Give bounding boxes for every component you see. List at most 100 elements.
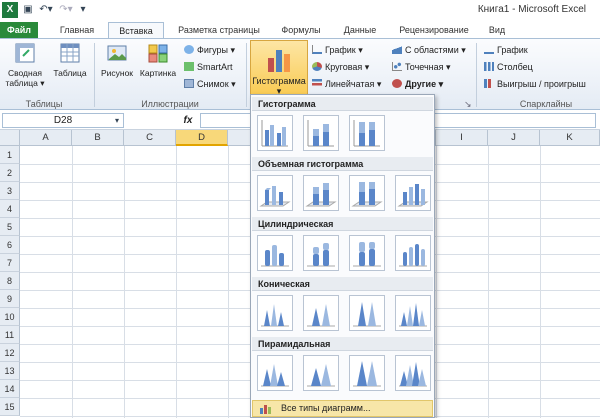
picture-icon [107, 45, 127, 61]
column-header-i[interactable]: I [436, 130, 488, 146]
customize-quick-access-icon[interactable]: ▾ [78, 3, 88, 17]
3d-clustered-column-option[interactable] [257, 175, 293, 211]
stacked-column-option[interactable] [303, 115, 339, 151]
row-header[interactable]: 11 [0, 326, 20, 344]
charts-dialog-launcher-icon[interactable]: ↘ [464, 97, 472, 111]
bar-chart-icon [312, 79, 322, 88]
scatter-chart-button[interactable]: Точечная ▾ [392, 60, 451, 74]
tab-page-layout[interactable]: Разметка страницы [168, 22, 270, 39]
tab-review[interactable]: Рецензирование [390, 22, 478, 39]
cylinder-clustered-icon [261, 245, 289, 267]
other-charts-button[interactable]: Другие ▾ [392, 77, 443, 91]
area-chart-button[interactable]: С областями ▾ [392, 43, 466, 57]
cylinder-clustered-option[interactable] [257, 235, 293, 271]
cone-3d-option[interactable] [395, 295, 431, 331]
pyramid-clustered-option[interactable] [257, 355, 293, 391]
column-header-d[interactable]: D [176, 130, 228, 146]
pyramid-stacked-option[interactable] [303, 355, 339, 391]
row-header[interactable]: 5 [0, 218, 20, 236]
bar-chart-button[interactable]: Линейчатая ▾ [312, 77, 381, 91]
pivot-table-button[interactable]: Сводная таблица ▾ [4, 42, 46, 88]
cone-percent-stacked-option[interactable] [349, 295, 385, 331]
row-header[interactable]: 7 [0, 254, 20, 272]
sparkline-line-icon [484, 45, 494, 54]
smartart-button[interactable]: SmartArt [184, 60, 233, 74]
pie-chart-button[interactable]: Круговая ▾ [312, 60, 369, 74]
row-header[interactable]: 9 [0, 290, 20, 308]
insert-function-button[interactable]: fx [180, 113, 196, 128]
column-header-b[interactable]: B [72, 130, 124, 146]
row-header[interactable]: 2 [0, 164, 20, 182]
excel-window: X ▣ ↶▾ ↷▾ ▾ Книга1 - Microsoft Excel Фай… [0, 0, 600, 418]
name-box[interactable]: D28 [2, 113, 124, 128]
row-header[interactable]: 3 [0, 182, 20, 200]
chart-types-icon [260, 405, 271, 414]
sparkline-column-button[interactable]: Столбец [484, 60, 533, 74]
redo-icon[interactable]: ↷▾ [58, 3, 74, 17]
gridline [228, 146, 229, 418]
pie-chart-label: Круговая ▾ [325, 62, 370, 72]
table-label: Таблица [53, 68, 87, 78]
tables-group-label: Таблицы [25, 99, 63, 109]
row-header[interactable]: 1 [0, 146, 20, 164]
name-box-dropdown-icon[interactable]: ▾ [112, 114, 122, 128]
all-chart-types-button[interactable]: Все типы диаграмм... [252, 400, 433, 417]
sparkline-line-button[interactable]: График [484, 43, 528, 57]
smartart-icon [184, 62, 194, 71]
table-button[interactable]: Таблица [50, 42, 90, 78]
row-header[interactable]: 6 [0, 236, 20, 254]
3d-stacked-column-option[interactable] [303, 175, 339, 211]
tab-file[interactable]: Файл [0, 22, 38, 39]
tab-home[interactable]: Главная [48, 22, 106, 39]
column-header-c[interactable]: C [124, 130, 176, 146]
row-header[interactable]: 13 [0, 362, 20, 380]
gridline [488, 146, 489, 418]
gridline [124, 146, 125, 418]
tab-formulas[interactable]: Формулы [272, 22, 330, 39]
sparkline-winloss-button[interactable]: Выигрыш / проигрыш [484, 77, 586, 91]
picture-button[interactable]: Рисунок [98, 42, 136, 78]
shapes-button[interactable]: Фигуры ▾ [184, 43, 235, 57]
pyramid-percent-stacked-option[interactable] [349, 355, 385, 391]
pyramid-3d-option[interactable] [395, 355, 431, 391]
select-all-corner[interactable] [0, 130, 20, 146]
row-header[interactable]: 12 [0, 344, 20, 362]
tab-insert[interactable]: Вставка [108, 22, 164, 39]
percent-stacked-column-option[interactable] [349, 115, 385, 151]
clipart-icon [148, 44, 168, 63]
row-header[interactable]: 4 [0, 200, 20, 218]
cone-percent-stacked-icon [353, 302, 381, 327]
screenshot-button[interactable]: Снимок ▾ [184, 77, 236, 91]
row-header[interactable]: 10 [0, 308, 20, 326]
cylinder-3d-option[interactable] [395, 235, 431, 271]
row-header[interactable]: 15 [0, 398, 20, 416]
cylinder-stacked-icon [307, 243, 335, 267]
gridline [540, 146, 541, 418]
clustered-column-option[interactable] [257, 115, 293, 151]
tab-view[interactable]: Вид [482, 22, 512, 39]
column-header-j[interactable]: J [488, 130, 540, 146]
line-chart-button[interactable]: График ▾ [312, 43, 363, 57]
line-chart-label: График ▾ [325, 45, 363, 55]
3d-percent-stacked-column-option[interactable] [349, 175, 385, 211]
tab-data[interactable]: Данные [334, 22, 386, 39]
row-header[interactable]: 8 [0, 272, 20, 290]
row-header[interactable]: 14 [0, 380, 20, 398]
histogram-button[interactable]: Гистограмма ▾ [250, 40, 308, 100]
column-header-a[interactable]: A [20, 130, 72, 146]
cone-clustered-option[interactable] [257, 295, 293, 331]
picture-label: Рисунок [100, 68, 134, 78]
column-header-k[interactable]: K [540, 130, 600, 146]
cylinder-3d-icon [399, 244, 427, 267]
area-chart-label: С областями ▾ [405, 45, 466, 55]
save-icon[interactable]: ▣ [22, 3, 34, 17]
undo-icon[interactable]: ↶▾ [38, 3, 54, 17]
3d-column-option[interactable] [395, 175, 431, 211]
column-chart-icon [268, 50, 290, 72]
cylinder-stacked-option[interactable] [303, 235, 339, 271]
cone-stacked-option[interactable] [303, 295, 339, 331]
histogram-dropdown-menu: Гистограмма Объемная гистограмма Цилиндр… [250, 94, 435, 418]
clipart-button[interactable]: Картинка [136, 42, 180, 78]
cone-clustered-icon [261, 304, 289, 327]
cylinder-percent-stacked-option[interactable] [349, 235, 385, 271]
